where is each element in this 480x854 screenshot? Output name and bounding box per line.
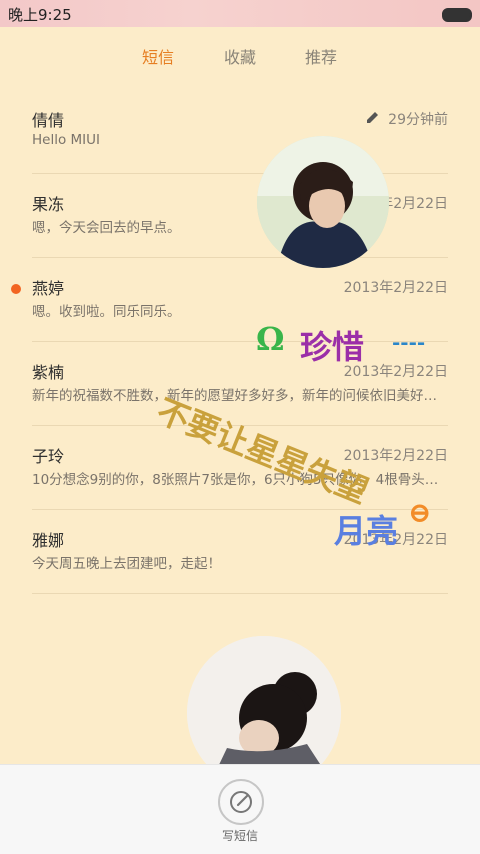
compose-label: 写短信 (221, 829, 258, 843)
dash-doodle-icon: ---- (392, 330, 426, 354)
message-preview: 今天周五晚上去团建吧，走起！ (32, 556, 221, 572)
contact-name: 燕婷 (32, 279, 65, 298)
pencil-icon (367, 112, 378, 123)
status-time: 晚上9:25 (8, 6, 72, 24)
contact-name: 倩倩 (32, 111, 65, 130)
conversation-item[interactable]: 燕婷 嗯。收到啦。同乐同乐。 2013年2月22日 (11, 258, 448, 342)
tab-recommended[interactable]: 推荐 (305, 44, 337, 68)
tab-messages[interactable]: 短信 (142, 44, 174, 68)
battery-icon (442, 8, 472, 22)
unread-dot (11, 284, 21, 294)
compose-icon (230, 791, 252, 813)
message-date: 2013年2月22日 (343, 448, 448, 464)
message-preview: 嗯。收到啦。同乐同乐。 (32, 304, 181, 320)
contact-name: 子玲 (32, 447, 65, 466)
omega-doodle-icon: Ω (256, 320, 285, 358)
contact-name: 雅娜 (32, 531, 65, 550)
tab-bar: 短信 收藏 推荐 (0, 44, 480, 74)
doodle-text-1: 珍惜 (300, 328, 365, 366)
conversation-item[interactable]: 倩倩 Hello MIUI 29分钟前 (32, 90, 448, 174)
tab-favorites[interactable]: 收藏 (224, 44, 256, 68)
message-preview: 新年的祝福数不胜数，新年的愿望好多好多，新年的问候依旧美好… (32, 388, 437, 404)
status-bar: 晚上9:25 (0, 0, 480, 27)
message-date: 29分钟前 (388, 112, 448, 128)
circle-doodle-icon: ⊖ (408, 496, 432, 529)
message-preview: 10分想念9别的你，8张照片7张是你，6只小狗5只像你，4根骨头… (32, 472, 439, 488)
message-date: 2013年2月22日 (343, 280, 448, 296)
bottom-bar: 写短信 (0, 764, 480, 854)
contact-name: 紫楠 (32, 363, 65, 382)
message-preview: Hello MIUI (32, 132, 101, 148)
conversation-item[interactable]: 紫楠 新年的祝福数不胜数，新年的愿望好多好多，新年的问候依旧美好… 2013年2… (32, 342, 448, 426)
contact-name: 果冻 (32, 195, 65, 214)
photo-avatar (257, 136, 389, 268)
doodle-text-3: 月亮 (334, 512, 399, 550)
compose-button[interactable] (218, 779, 264, 825)
